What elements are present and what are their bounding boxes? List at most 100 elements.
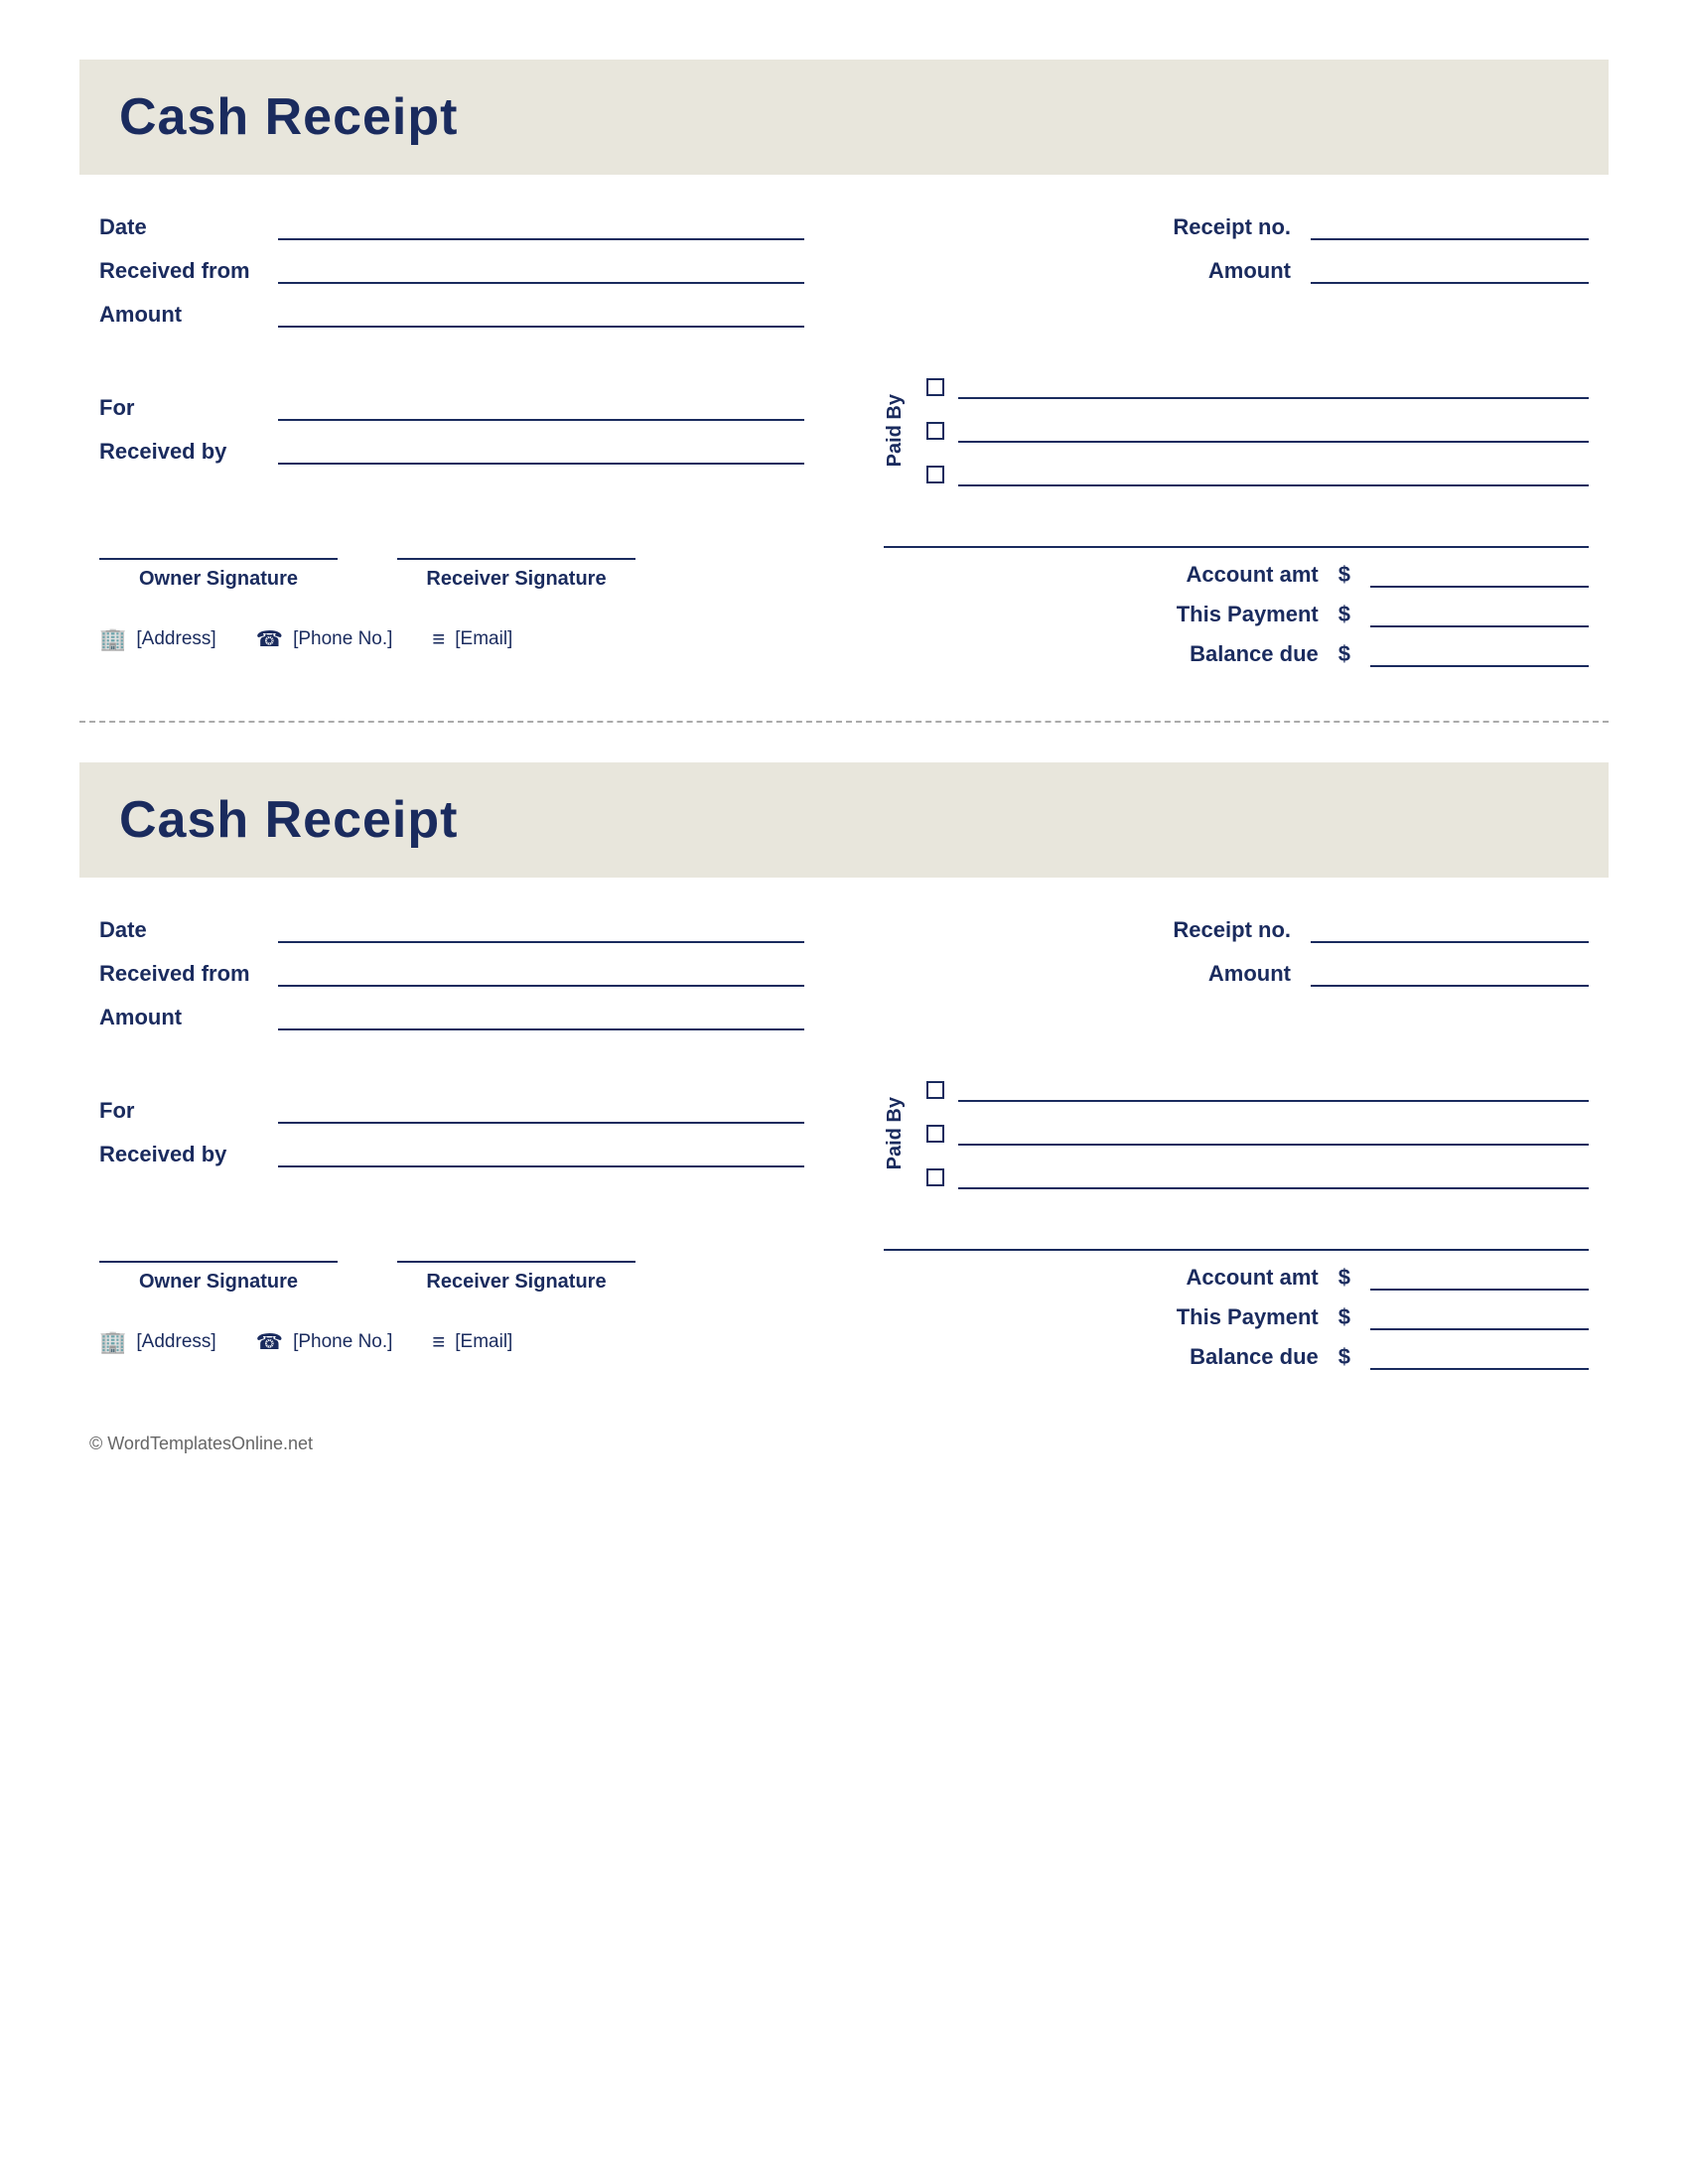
- date-line-2[interactable]: [278, 917, 804, 943]
- balance-due-line-2[interactable]: [1370, 1344, 1589, 1370]
- receiver-sig-line-2[interactable]: [397, 1239, 635, 1263]
- amount-line-2[interactable]: [278, 1005, 804, 1030]
- balance-dollar-1: $: [1338, 641, 1350, 667]
- paid-by-line-1-2[interactable]: [958, 419, 1589, 443]
- bottom-right-1: Account amt $ This Payment $ Balance due…: [884, 506, 1589, 681]
- receipt-right-1: Receipt no. Amount: [884, 214, 1589, 345]
- received-from-label-1: Received from: [99, 258, 258, 284]
- account-amt-label-1: Account amt: [1187, 562, 1319, 588]
- checkbox-2-3[interactable]: [926, 1168, 944, 1186]
- receipt-no-line-2[interactable]: [1311, 917, 1589, 943]
- balance-due-line-1[interactable]: [1370, 641, 1589, 667]
- phone-text-1: [Phone No.]: [293, 628, 392, 650]
- email-icon-1: ≡: [432, 626, 445, 652]
- received-by-row-2: Received by: [99, 1142, 804, 1167]
- this-payment-label-2: This Payment: [1177, 1304, 1319, 1330]
- checkbox-2-1[interactable]: [926, 1081, 944, 1099]
- date-row-2: Date: [99, 917, 804, 943]
- balance-due-label-1: Balance due: [1190, 641, 1319, 667]
- copyright: © WordTemplatesOnline.net: [79, 1433, 1609, 1454]
- balance-due-row-2: Balance due $: [884, 1344, 1589, 1370]
- amounts-section-1: Account amt $ This Payment $ Balance due…: [884, 546, 1589, 681]
- paid-by-line-2-2[interactable]: [958, 1122, 1589, 1146]
- received-from-line-2[interactable]: [278, 961, 804, 987]
- paid-by-line-2-3[interactable]: [958, 1165, 1589, 1189]
- checkbox-2-2[interactable]: [926, 1125, 944, 1143]
- date-label-2: Date: [99, 917, 258, 943]
- amount-label-2: Amount: [99, 1005, 258, 1030]
- paid-by-option-1-2: [926, 419, 1589, 443]
- right-amount-row-1: Amount: [884, 258, 1589, 284]
- balance-due-label-2: Balance due: [1190, 1344, 1319, 1370]
- receiver-signature-1: Receiver Signature: [397, 536, 635, 591]
- receipt-left-mid-1: For Received by: [99, 365, 804, 486]
- receipt-no-label-1: Receipt no.: [1173, 214, 1291, 240]
- receipt-left-2: Date Received from Amount: [99, 917, 804, 1048]
- payment-dollar-2: $: [1338, 1304, 1350, 1330]
- owner-signature-2: Owner Signature: [99, 1239, 338, 1294]
- received-from-row-2: Received from: [99, 961, 804, 987]
- receipt-body-1: Date Received from Amount Receipt no.: [79, 214, 1609, 681]
- balance-dollar-2: $: [1338, 1344, 1350, 1370]
- receipt-header-1: Cash Receipt: [79, 60, 1609, 175]
- owner-signature-1: Owner Signature: [99, 536, 338, 591]
- footer-email-2: ≡ [Email]: [432, 1329, 512, 1355]
- receipt-right-2: Receipt no. Amount: [884, 917, 1589, 1048]
- payment-dollar-1: $: [1338, 602, 1350, 627]
- checkbox-1-3[interactable]: [926, 466, 944, 483]
- checkbox-1-2[interactable]: [926, 422, 944, 440]
- for-row-2: For: [99, 1098, 804, 1124]
- account-amt-row-1: Account amt $: [884, 562, 1589, 588]
- owner-sig-line-1[interactable]: [99, 536, 338, 560]
- checkbox-1-1[interactable]: [926, 378, 944, 396]
- bottom-left-1: Owner Signature Receiver Signature 🏢 [Ad…: [99, 506, 804, 652]
- footer-address-2: 🏢 [Address]: [99, 1329, 216, 1355]
- received-by-label-1: Received by: [99, 439, 258, 465]
- paid-by-option-2-1: [926, 1078, 1589, 1102]
- paid-by-label-1: Paid By: [884, 394, 907, 467]
- balance-due-row-1: Balance due $: [884, 641, 1589, 667]
- paid-by-line-1-1[interactable]: [958, 375, 1589, 399]
- receiver-sig-label-2: Receiver Signature: [426, 1271, 606, 1294]
- this-payment-line-1[interactable]: [1370, 602, 1589, 627]
- account-amt-line-1[interactable]: [1370, 562, 1589, 588]
- email-icon-2: ≡: [432, 1329, 445, 1355]
- this-payment-line-2[interactable]: [1370, 1304, 1589, 1330]
- footer-info-2: 🏢 [Address] ☎ [Phone No.] ≡ [Email]: [99, 1329, 804, 1355]
- paid-by-1: Paid By: [884, 375, 1589, 486]
- receipt-1: Cash Receipt Date Received from Amount: [79, 60, 1609, 681]
- address-text-1: [Address]: [136, 628, 215, 650]
- right-amount-label-2: Amount: [1208, 961, 1291, 987]
- account-amt-label-2: Account amt: [1187, 1265, 1319, 1291]
- for-line-2[interactable]: [278, 1098, 804, 1124]
- receiver-sig-line-1[interactable]: [397, 536, 635, 560]
- date-line-1[interactable]: [278, 214, 804, 240]
- amount-line-1[interactable]: [278, 302, 804, 328]
- account-amt-line-2[interactable]: [1370, 1265, 1589, 1291]
- received-by-line-1[interactable]: [278, 439, 804, 465]
- received-from-row-1: Received from: [99, 258, 804, 284]
- receipt-middle-grid-2: For Received by Paid By: [99, 1068, 1589, 1189]
- footer-info-1: 🏢 [Address] ☎ [Phone No.] ≡ [Email]: [99, 626, 804, 652]
- amount-label-1: Amount: [99, 302, 258, 328]
- right-amount-line-2[interactable]: [1311, 961, 1589, 987]
- account-dollar-2: $: [1338, 1265, 1350, 1291]
- right-amount-line-1[interactable]: [1311, 258, 1589, 284]
- paid-by-line-2-1[interactable]: [958, 1078, 1589, 1102]
- paid-by-line-1-3[interactable]: [958, 463, 1589, 486]
- received-from-line-1[interactable]: [278, 258, 804, 284]
- for-line-1[interactable]: [278, 395, 804, 421]
- receipt-divider: [79, 721, 1609, 723]
- owner-sig-line-2[interactable]: [99, 1239, 338, 1263]
- paid-by-options-2: [926, 1078, 1589, 1189]
- receipt-title-1: Cash Receipt: [119, 88, 458, 146]
- receipt-no-line-1[interactable]: [1311, 214, 1589, 240]
- received-by-line-2[interactable]: [278, 1142, 804, 1167]
- receipt-top-grid-1: Date Received from Amount Receipt no.: [99, 214, 1589, 345]
- receipt-body-2: Date Received from Amount Receipt no.: [79, 917, 1609, 1384]
- amount-row-1: Amount: [99, 302, 804, 328]
- right-amount-label-1: Amount: [1208, 258, 1291, 284]
- signature-section-2: Owner Signature Receiver Signature: [99, 1239, 804, 1294]
- paid-by-option-1-1: [926, 375, 1589, 399]
- receipt-top-grid-2: Date Received from Amount Receipt no.: [99, 917, 1589, 1048]
